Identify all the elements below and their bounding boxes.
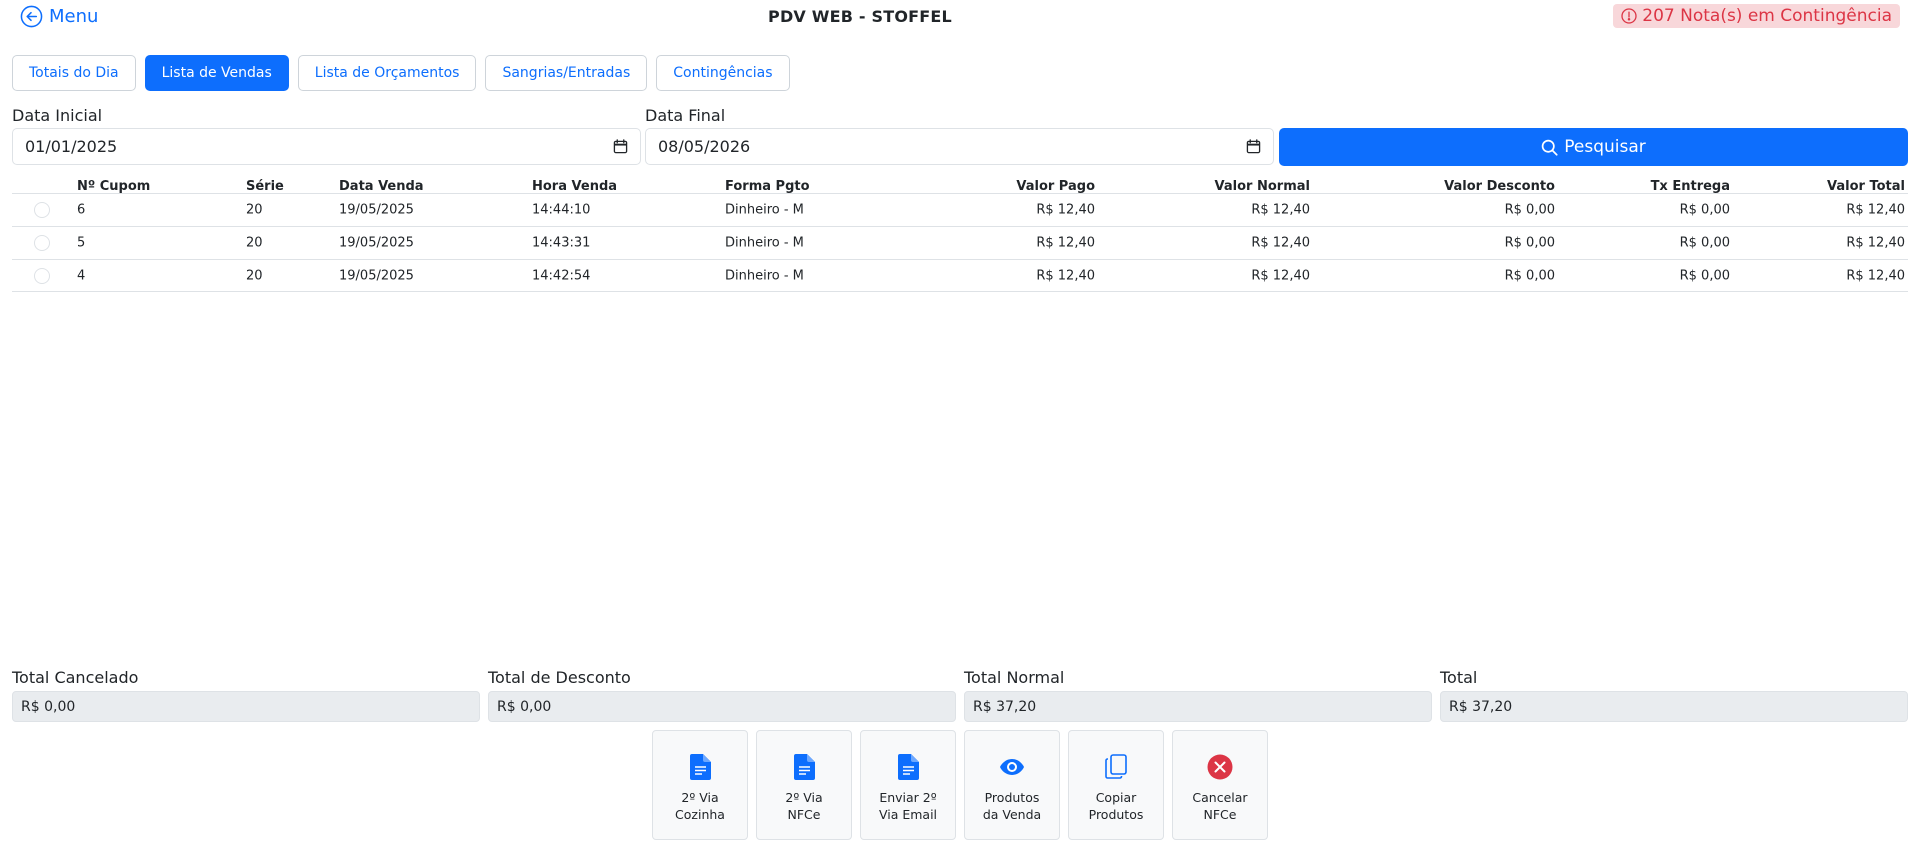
search-label: Pesquisar bbox=[1564, 137, 1646, 157]
calendar-icon[interactable] bbox=[1246, 139, 1261, 154]
cell-tx-entrega: R$ 0,00 bbox=[1679, 268, 1730, 283]
cell-valor-total: R$ 12,40 bbox=[1846, 268, 1905, 283]
tab-bar: Totais do Dia Lista de Vendas Lista de O… bbox=[12, 55, 790, 91]
tab-totais-do-dia[interactable]: Totais do Dia bbox=[12, 55, 136, 91]
action-label: 2º Via NFCe bbox=[785, 790, 823, 822]
col-header-forma-pgto: Forma Pgto bbox=[725, 179, 810, 194]
col-header-data-venda: Data Venda bbox=[339, 179, 424, 194]
contingency-alert-text: 207 Nota(s) em Contingência bbox=[1642, 6, 1892, 26]
document-icon bbox=[793, 754, 815, 780]
calendar-icon[interactable] bbox=[613, 139, 628, 154]
cell-valor-normal: R$ 12,40 bbox=[1251, 268, 1310, 283]
document-icon bbox=[689, 754, 711, 780]
col-header-serie: Série bbox=[246, 179, 284, 194]
action-label: Copiar Produtos bbox=[1088, 790, 1144, 822]
col-header-hora-venda: Hora Venda bbox=[532, 179, 618, 194]
start-date-label: Data Inicial bbox=[12, 106, 103, 125]
table-header: Nº Cupom Série Data Venda Hora Venda For… bbox=[12, 169, 1908, 194]
enviar-segunda-via-email-button[interactable]: Enviar 2º Via Email bbox=[860, 730, 956, 840]
col-header-valor-desconto: Valor Desconto bbox=[1444, 179, 1555, 194]
table-row[interactable]: 5 20 19/05/2025 14:43:31 Dinheiro - M R$… bbox=[12, 226, 1908, 259]
cell-serie: 20 bbox=[246, 202, 263, 218]
cell-valor-pago: R$ 12,40 bbox=[1036, 268, 1095, 283]
document-icon bbox=[897, 754, 919, 780]
total-cancelado-field: R$ 0,00 bbox=[12, 691, 480, 722]
tab-lista-de-orcamentos[interactable]: Lista de Orçamentos bbox=[297, 55, 477, 91]
eye-icon bbox=[1000, 759, 1024, 775]
table-row[interactable]: 4 20 19/05/2025 14:42:54 Dinheiro - M R$… bbox=[12, 259, 1908, 292]
cell-tx-entrega: R$ 0,00 bbox=[1679, 202, 1730, 218]
cell-valor-desconto: R$ 0,00 bbox=[1504, 268, 1555, 283]
cell-cupom: 6 bbox=[77, 202, 86, 218]
cell-hora-venda: 14:42:54 bbox=[532, 268, 591, 283]
col-header-valor-normal: Valor Normal bbox=[1214, 179, 1310, 194]
cell-valor-pago: R$ 12,40 bbox=[1036, 202, 1095, 218]
sales-table: Nº Cupom Série Data Venda Hora Venda For… bbox=[12, 169, 1908, 292]
cell-tx-entrega: R$ 0,00 bbox=[1679, 235, 1730, 251]
exclamation-circle-icon bbox=[1621, 8, 1637, 24]
tab-contingencias[interactable]: Contingências bbox=[656, 55, 790, 91]
cell-serie: 20 bbox=[246, 268, 263, 283]
cell-data-venda: 19/05/2025 bbox=[339, 202, 414, 218]
cell-forma-pgto: Dinheiro - M bbox=[725, 202, 804, 218]
tab-lista-de-vendas[interactable]: Lista de Vendas bbox=[144, 55, 289, 91]
cell-valor-pago: R$ 12,40 bbox=[1036, 235, 1095, 251]
cell-valor-total: R$ 12,40 bbox=[1846, 235, 1905, 251]
total-desconto-label: Total de Desconto bbox=[488, 668, 631, 687]
start-date-value: 01/01/2025 bbox=[25, 137, 118, 156]
col-header-tx-entrega: Tx Entrega bbox=[1650, 179, 1730, 194]
total-cancelado-label: Total Cancelado bbox=[12, 668, 139, 687]
cancel-icon bbox=[1207, 754, 1233, 780]
copy-icon bbox=[1105, 754, 1127, 779]
search-button[interactable]: Pesquisar bbox=[1279, 128, 1908, 166]
action-label: Produtos da Venda bbox=[982, 790, 1042, 822]
action-label: 2º Via Cozinha bbox=[675, 790, 725, 822]
col-header-valor-total: Valor Total bbox=[1827, 179, 1905, 194]
cell-valor-total: R$ 12,40 bbox=[1846, 202, 1905, 218]
search-icon bbox=[1541, 139, 1558, 156]
cell-forma-pgto: Dinheiro - M bbox=[725, 268, 804, 283]
segunda-via-cozinha-button[interactable]: 2º Via Cozinha bbox=[652, 730, 748, 840]
page-title: PDV WEB - STOFFEL bbox=[768, 7, 952, 26]
header: Menu PDV WEB - STOFFEL 207 Nota(s) em Co… bbox=[0, 0, 1920, 34]
cell-valor-normal: R$ 12,40 bbox=[1251, 235, 1310, 251]
cell-hora-venda: 14:43:31 bbox=[532, 235, 591, 251]
col-header-valor-pago: Valor Pago bbox=[1016, 179, 1095, 194]
row-select-radio[interactable] bbox=[34, 267, 50, 284]
end-date-input[interactable]: 08/05/2026 bbox=[645, 128, 1274, 165]
col-header-cupom: Nº Cupom bbox=[77, 179, 151, 194]
segunda-via-nfce-button[interactable]: 2º Via NFCe bbox=[756, 730, 852, 840]
row-select-radio[interactable] bbox=[34, 202, 50, 218]
total-normal-label: Total Normal bbox=[964, 668, 1065, 687]
end-date-label: Data Final bbox=[645, 106, 726, 125]
action-bar: 2º Via Cozinha 2º Via NFCe Enviar 2º Via… bbox=[652, 730, 1268, 840]
action-label: Enviar 2º Via Email bbox=[878, 790, 938, 822]
total-desconto-field: R$ 0,00 bbox=[488, 691, 956, 722]
cell-valor-desconto: R$ 0,00 bbox=[1504, 235, 1555, 251]
total-label: Total bbox=[1440, 668, 1478, 687]
copiar-produtos-button[interactable]: Copiar Produtos bbox=[1068, 730, 1164, 840]
total-field: R$ 37,20 bbox=[1440, 691, 1908, 722]
cell-data-venda: 19/05/2025 bbox=[339, 235, 414, 251]
total-normal-field: R$ 37,20 bbox=[964, 691, 1432, 722]
cell-valor-normal: R$ 12,40 bbox=[1251, 202, 1310, 218]
start-date-input[interactable]: 01/01/2025 bbox=[12, 128, 641, 165]
cell-cupom: 5 bbox=[77, 235, 86, 251]
cancelar-nfce-button[interactable]: Cancelar NFCe bbox=[1172, 730, 1268, 840]
action-label: Cancelar NFCe bbox=[1192, 790, 1248, 822]
cell-serie: 20 bbox=[246, 235, 263, 251]
row-select-radio[interactable] bbox=[34, 235, 50, 251]
produtos-da-venda-button[interactable]: Produtos da Venda bbox=[964, 730, 1060, 840]
end-date-value: 08/05/2026 bbox=[658, 137, 751, 156]
cell-valor-desconto: R$ 0,00 bbox=[1504, 202, 1555, 218]
tab-sangrias-entradas[interactable]: Sangrias/Entradas bbox=[485, 55, 648, 91]
contingency-alert-badge[interactable]: 207 Nota(s) em Contingência bbox=[1613, 4, 1900, 28]
cell-hora-venda: 14:44:10 bbox=[532, 202, 591, 218]
cell-data-venda: 19/05/2025 bbox=[339, 268, 414, 283]
table-row[interactable]: 6 20 19/05/2025 14:44:10 Dinheiro - M R$… bbox=[12, 193, 1908, 226]
cell-cupom: 4 bbox=[77, 268, 86, 283]
cell-forma-pgto: Dinheiro - M bbox=[725, 235, 804, 251]
